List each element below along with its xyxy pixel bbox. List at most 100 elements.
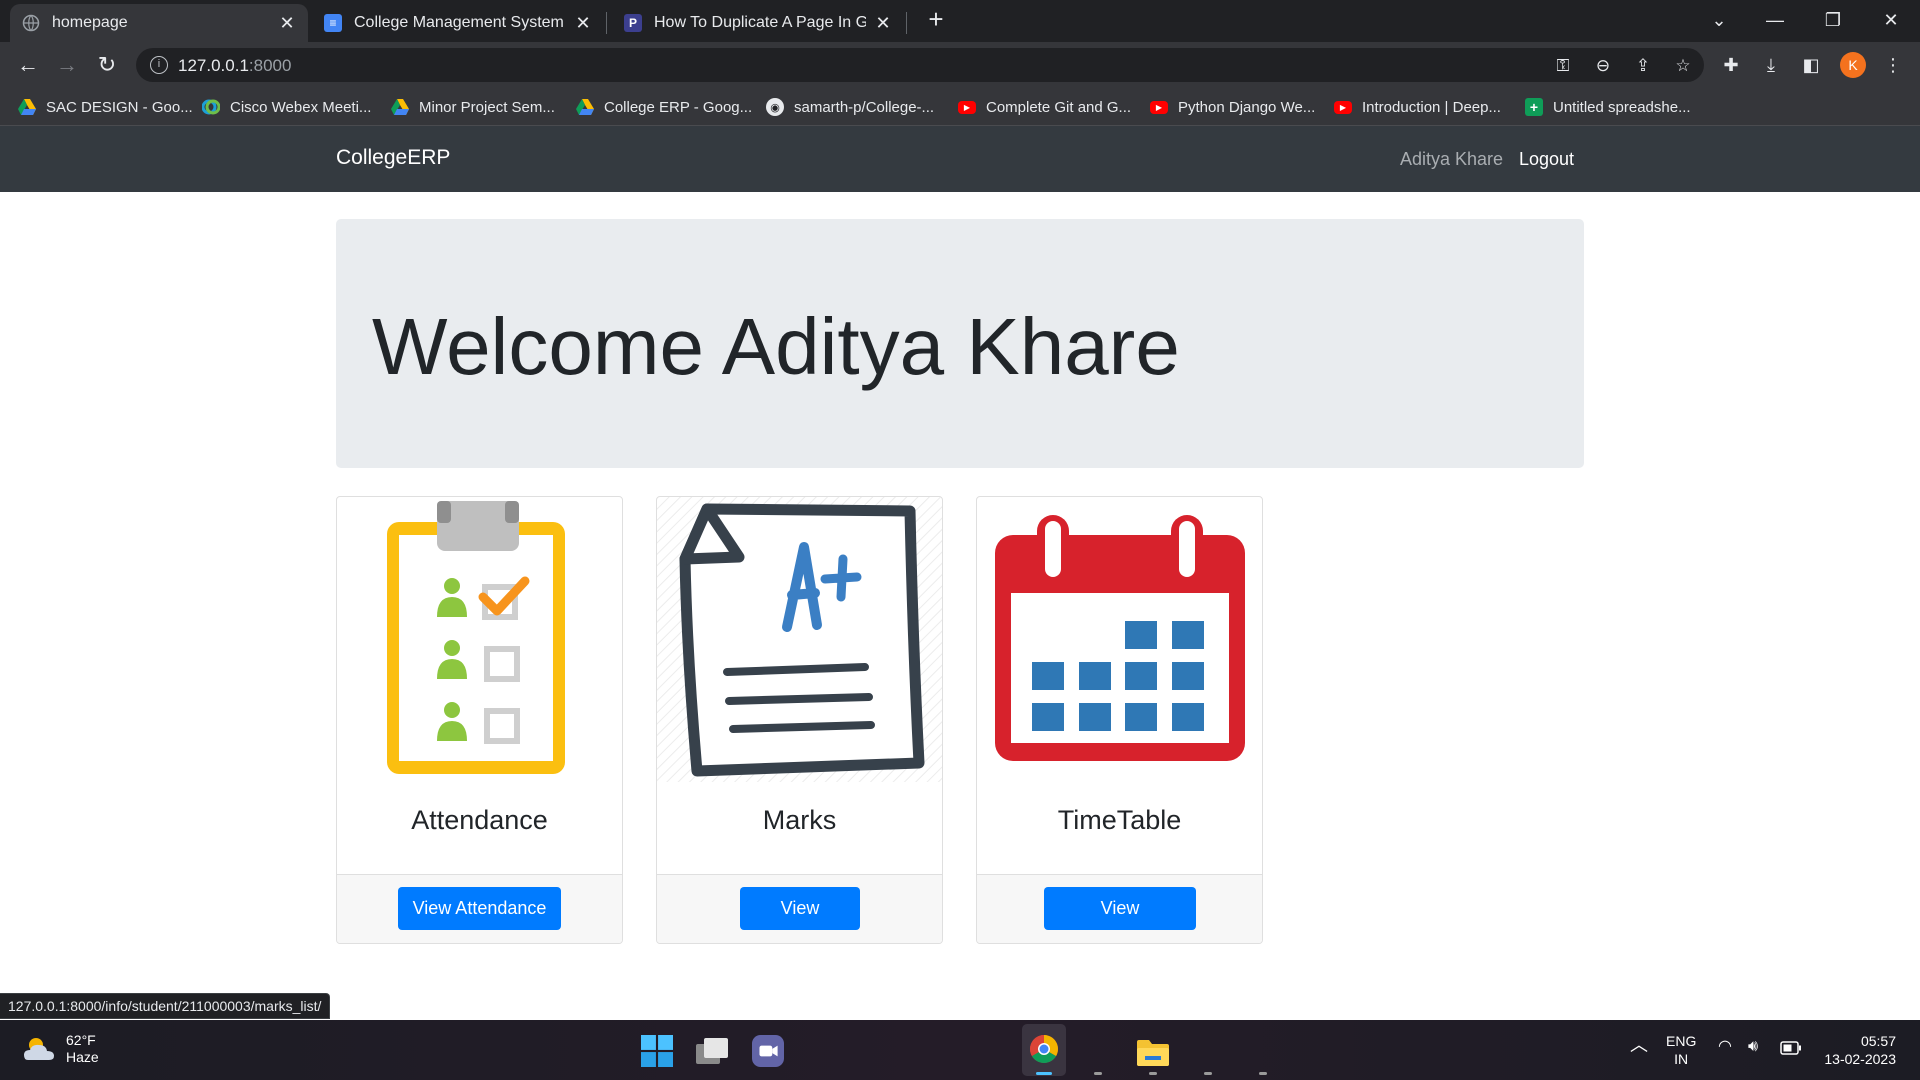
p-icon: P — [624, 14, 642, 32]
youtube-icon: ▶ — [1334, 100, 1352, 114]
youtube-icon: ▶ — [1150, 100, 1168, 114]
bookmark-item[interactable]: Minor Project Sem... — [391, 96, 555, 118]
card-footer: View Attendance — [337, 874, 622, 943]
marks-card: Marks View Marks — [656, 496, 943, 944]
view-attendance-button[interactable]: View Attendance — [398, 887, 561, 930]
language-indicator[interactable]: ENG IN — [1666, 1032, 1696, 1068]
calendar-icon — [977, 497, 1262, 782]
side-panel-icon[interactable]: ◧ — [1798, 52, 1824, 78]
clock-time: 05:57 — [1860, 1033, 1896, 1049]
battery-icon[interactable] — [1780, 1041, 1802, 1055]
taskbar-app-dot — [1259, 1072, 1267, 1075]
bookmark-item[interactable]: ◉ samarth-p/College-... — [766, 96, 934, 118]
google-sheets-icon: + — [1525, 98, 1543, 116]
welcome-heading: Welcome Aditya Khare — [372, 302, 1180, 391]
close-tab-icon[interactable]: ✕ — [874, 13, 892, 34]
site-navbar: CollegeERP Aditya Khare Logout — [0, 126, 1920, 192]
bookmark-item[interactable]: ▶ Python Django We... — [1150, 96, 1315, 118]
card-footer: View TimeTable — [977, 874, 1262, 943]
attendance-card: Attendance View Attendance — [336, 496, 623, 944]
card-title: Attendance — [411, 805, 548, 835]
volume-icon[interactable]: 🔊︎ — [1748, 1038, 1758, 1056]
windows-start-icon[interactable] — [641, 1035, 673, 1067]
browser-toolbar: ← → ↻ i 127.0.0.1:8000 ⚿ ⊖ ⇪ ☆ ✚ ⤓ ◧ K ⋮ — [0, 42, 1920, 88]
tab-separator — [606, 12, 607, 34]
clock[interactable]: 05:57 13-02-2023 — [1818, 1032, 1896, 1068]
bookmark-item[interactable]: ▶ Complete Git and G... — [958, 96, 1131, 118]
tab-title: How To Duplicate A Page In Goo — [654, 14, 866, 31]
forward-arrow-icon[interactable]: → — [53, 51, 81, 79]
restore-button[interactable]: ❐ — [1810, 6, 1856, 34]
temperature: 62°F — [66, 1032, 96, 1048]
profile-avatar[interactable]: K — [1840, 52, 1866, 78]
back-arrow-icon[interactable]: ← — [14, 51, 42, 79]
card-title: TimeTable — [1057, 805, 1182, 835]
webex-icon — [202, 98, 220, 116]
site-info-icon[interactable]: i — [150, 56, 168, 74]
tab-duplicate-page[interactable]: P How To Duplicate A Page In Goo ✕ — [612, 4, 904, 42]
taskbar-app-dot — [1149, 1072, 1157, 1075]
nav-link-user[interactable]: Aditya Khare — [1400, 149, 1503, 170]
reload-icon[interactable]: ↻ — [93, 51, 121, 79]
tab-college-management[interactable]: ≡ College Management System - G ✕ — [312, 4, 604, 42]
google-drive-icon — [391, 98, 409, 116]
card-title: Marks — [762, 805, 837, 835]
close-window-button[interactable]: ✕ — [1868, 6, 1914, 34]
bookmark-item[interactable]: Cisco Webex Meeti... — [202, 96, 371, 118]
view-marks-button[interactable]: View Marks — [740, 887, 860, 943]
minimize-button[interactable]: — — [1752, 6, 1798, 34]
windows-taskbar: 62°F Haze ︿ ENG IN ◠ 🔊︎ 05:57 13-02-2023 — [0, 1020, 1920, 1080]
navbar-brand[interactable]: CollegeERP — [336, 146, 450, 170]
bookmark-item[interactable]: ▶ Introduction | Deep... — [1334, 96, 1501, 118]
active-app-indicator — [1036, 1072, 1052, 1075]
weather-haze-icon — [24, 1038, 54, 1060]
bookmark-item[interactable]: SAC DESIGN - Goo... — [18, 96, 193, 118]
tab-title: College Management System - G — [354, 14, 566, 31]
teams-chat-icon[interactable] — [752, 1035, 784, 1067]
zoom-icon[interactable]: ⊖ — [1592, 55, 1614, 77]
clock-date: 13-02-2023 — [1824, 1051, 1896, 1067]
card-footer: View Marks — [657, 874, 942, 943]
download-icon[interactable]: ⤓ — [1758, 52, 1784, 78]
timetable-card: TimeTable View TimeTable — [976, 496, 1263, 944]
wifi-icon[interactable]: ◠ — [1718, 1038, 1732, 1056]
google-drive-icon — [18, 98, 36, 116]
attendance-clipboard-icon — [337, 497, 622, 782]
google-docs-icon: ≡ — [324, 14, 342, 32]
welcome-jumbotron: Welcome Aditya Khare — [336, 219, 1584, 468]
taskbar-app-dot — [1204, 1072, 1212, 1075]
marks-paper-icon — [657, 497, 942, 782]
taskbar-app-dot — [1094, 1072, 1102, 1075]
weather-condition: Haze — [66, 1049, 99, 1065]
link-status-url: 127.0.0.1:8000/info/student/211000003/ma… — [0, 993, 331, 1019]
chrome-taskbar-button[interactable] — [1022, 1024, 1066, 1076]
task-view-icon[interactable] — [696, 1036, 728, 1068]
bookmark-item[interactable]: College ERP - Goog... — [576, 96, 752, 118]
kebab-menu-icon[interactable]: ⋮ — [1880, 52, 1906, 78]
key-icon[interactable]: ⚿ — [1552, 55, 1574, 77]
tab-search-chevron-icon[interactable]: ⌄ — [1696, 6, 1742, 34]
close-tab-icon[interactable]: ✕ — [278, 13, 296, 34]
google-drive-icon — [576, 98, 594, 116]
extensions-puzzle-icon[interactable]: ✚ — [1718, 52, 1744, 78]
close-tab-icon[interactable]: ✕ — [574, 13, 592, 34]
youtube-icon: ▶ — [958, 100, 976, 114]
bookmark-item[interactable]: + Untitled spreadshe... — [1525, 96, 1691, 118]
address-bar[interactable]: i 127.0.0.1:8000 ⚿ ⊖ ⇪ ☆ — [136, 48, 1704, 82]
address-url[interactable]: 127.0.0.1:8000 — [178, 56, 291, 76]
new-tab-button[interactable]: + — [922, 6, 950, 34]
view-timetable-button[interactable]: View TimeTable — [1044, 887, 1196, 943]
share-icon[interactable]: ⇪ — [1632, 55, 1654, 77]
tab-separator — [906, 12, 907, 34]
tab-title: homepage — [52, 14, 128, 31]
file-explorer-icon[interactable] — [1137, 1036, 1169, 1068]
tab-homepage[interactable]: homepage ✕ — [10, 4, 308, 42]
chrome-icon — [1030, 1035, 1058, 1063]
github-icon: ◉ — [766, 98, 784, 116]
chevron-up-icon[interactable]: ︿ — [1630, 1036, 1648, 1054]
globe-icon — [22, 14, 40, 32]
bookmark-star-icon[interactable]: ☆ — [1672, 55, 1694, 77]
browser-tab-strip: homepage ✕ ≡ College Management System -… — [0, 0, 1920, 42]
nav-link-logout[interactable]: Logout — [1519, 149, 1574, 170]
weather-widget[interactable]: 62°F Haze — [22, 1032, 99, 1066]
